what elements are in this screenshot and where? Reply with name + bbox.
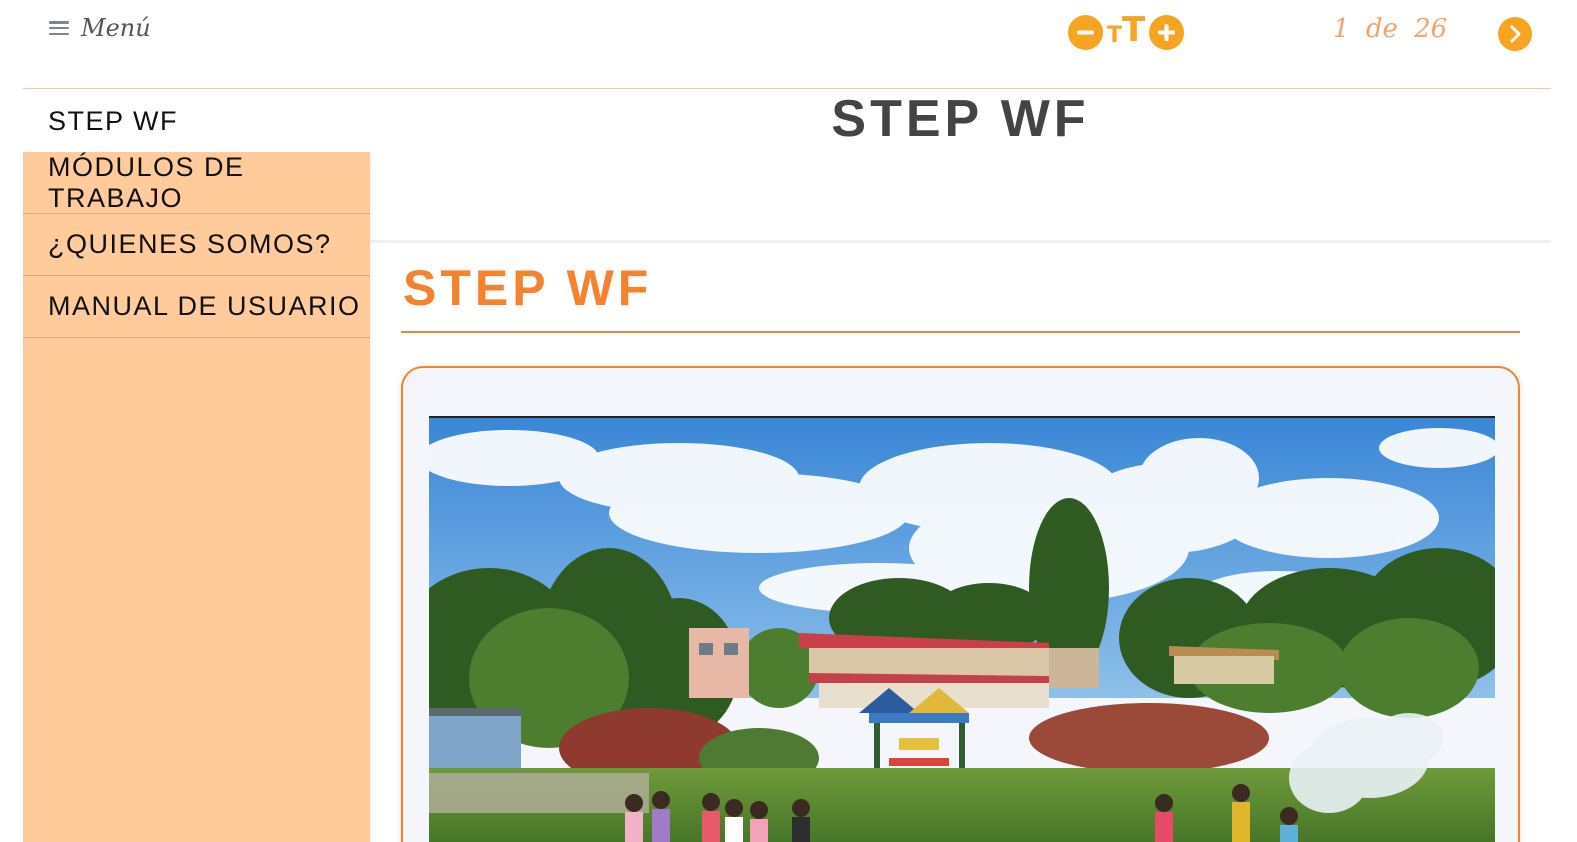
next-page-button[interactable] xyxy=(1498,17,1532,51)
font-size-controls: TT xyxy=(1068,10,1185,50)
page-counter: 1 de 26 xyxy=(1333,14,1447,44)
page-total: 26 xyxy=(1414,14,1448,44)
text-size-icon: TT xyxy=(1107,10,1146,50)
sidebar-item-step-wf[interactable]: STEP WF xyxy=(23,90,370,152)
school-photo xyxy=(429,416,1495,842)
sidebar-item-manual-de-usuario[interactable]: MANUAL DE USUARIO xyxy=(23,276,370,338)
title-divider xyxy=(370,240,1551,243)
hamburger-icon xyxy=(49,21,69,35)
minus-circle-icon xyxy=(1077,30,1094,35)
section-title: STEP WF xyxy=(403,260,653,316)
sidebar-item-label: MÓDULOS DE TRABAJO xyxy=(48,151,245,213)
increase-font-button[interactable] xyxy=(1149,15,1185,50)
menu-label: Menú xyxy=(81,14,151,42)
page-current: 1 xyxy=(1333,14,1350,44)
sidebar-item-label: MANUAL DE USUARIO xyxy=(48,291,361,321)
app-frame: Menú TT 1 de 26 STEP WF MÓDULOS DE TRABA… xyxy=(23,0,1551,842)
sidebar-item-label: ¿QUIENES SOMOS? xyxy=(48,229,332,259)
content-card xyxy=(401,366,1520,842)
plus-circle-icon xyxy=(1158,24,1176,41)
page-separator: de xyxy=(1365,14,1398,44)
chevron-right-icon xyxy=(1510,25,1521,43)
sidebar-item-label: STEP WF xyxy=(48,105,179,136)
section-underline xyxy=(401,331,1520,333)
sidebar-nav: STEP WF MÓDULOS DE TRABAJO ¿QUIENES SOMO… xyxy=(23,90,370,842)
menu-button[interactable]: Menú xyxy=(49,14,151,42)
school-photo-image xyxy=(429,418,1495,842)
sidebar-item-modulos-de-trabajo[interactable]: MÓDULOS DE TRABAJO xyxy=(23,152,370,214)
sidebar-item-quienes-somos[interactable]: ¿QUIENES SOMOS? xyxy=(23,214,370,276)
page-title: STEP WF xyxy=(831,90,1090,148)
top-bar: Menú TT 1 de 26 xyxy=(23,0,1551,89)
decrease-font-button[interactable] xyxy=(1068,15,1103,50)
